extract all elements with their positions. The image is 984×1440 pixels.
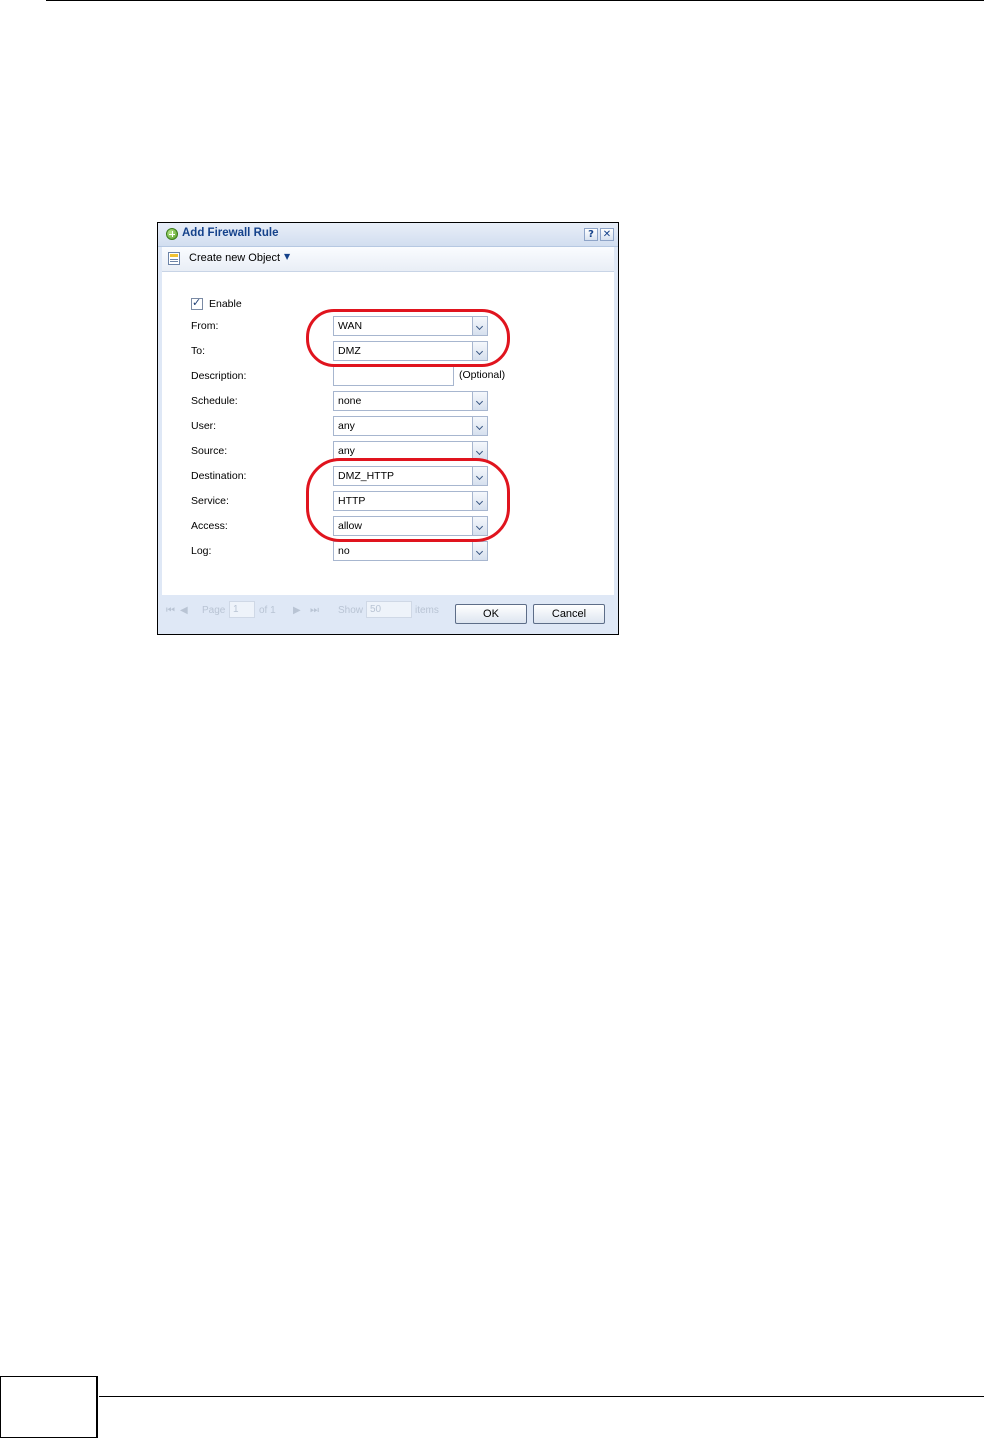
prev-page-icon: ◀ (180, 605, 188, 616)
next-page-icon: ▶ (293, 605, 301, 616)
dialog-titlebar: Add Firewall Rule ? ✕ (158, 223, 618, 247)
page-footer-rule (99, 1396, 984, 1397)
chevron-down-icon[interactable] (472, 392, 487, 410)
cancel-button[interactable]: Cancel (533, 604, 605, 624)
description-input[interactable] (333, 366, 454, 386)
service-label: Service: (191, 495, 229, 507)
dialog-title: Add Firewall Rule (182, 227, 279, 239)
add-icon (166, 228, 178, 240)
from-to-highlight-ellipse (306, 309, 510, 367)
pager-show-value: 50 (370, 604, 382, 615)
source-value: any (338, 445, 355, 457)
dialog-footer: ⏮ ◀ Page 1 of 1 ▶ ⏭ Show 50 items OK Can… (158, 596, 618, 634)
page-header-rule (46, 0, 984, 1)
last-page-icon: ⏭ (310, 605, 319, 616)
enable-checkbox[interactable] (191, 296, 203, 310)
create-object-icon (168, 252, 180, 265)
pager-of-label: of 1 (259, 605, 276, 616)
ok-button[interactable]: OK (455, 604, 527, 624)
user-label: User: (191, 420, 217, 432)
caret-down-icon[interactable]: ▼ (284, 252, 290, 261)
user-value: any (338, 420, 355, 432)
pager-show-select: 50 (366, 601, 412, 618)
schedule-select[interactable]: none (333, 391, 488, 411)
to-label: To: (191, 345, 206, 357)
page-number-box (0, 1376, 98, 1438)
pager-page-value: 1 (233, 604, 239, 615)
destination-label: Destination: (191, 470, 247, 482)
pager-page-label: Page (202, 605, 226, 616)
log-value: no (338, 545, 350, 557)
pager-items-label: items (415, 605, 439, 616)
pager-page-input: 1 (229, 601, 255, 618)
description-label: Description: (191, 370, 247, 382)
user-select[interactable]: any (333, 416, 488, 436)
chevron-down-icon[interactable] (472, 542, 487, 560)
log-label: Log: (191, 545, 212, 557)
from-label: From: (191, 320, 219, 332)
chevron-down-icon[interactable] (472, 417, 487, 435)
help-button[interactable]: ? (584, 228, 598, 241)
first-page-icon: ⏮ (166, 605, 175, 616)
pager-show-label: Show (338, 605, 364, 616)
optional-hint: (Optional) (459, 369, 506, 381)
log-select[interactable]: no (333, 541, 488, 561)
add-firewall-rule-dialog: Add Firewall Rule ? ✕ Create new Object … (157, 222, 619, 635)
create-new-object-menu[interactable]: Create new Object (189, 252, 280, 264)
close-button[interactable]: ✕ (600, 228, 614, 241)
dialog-toolbar: Create new Object ▼ (162, 247, 614, 272)
schedule-label: Schedule: (191, 395, 238, 407)
destination-service-access-highlight-ellipse (306, 458, 510, 542)
enable-label: Enable (209, 298, 242, 310)
access-label: Access: (191, 520, 228, 532)
source-label: Source: (191, 445, 228, 457)
schedule-value: none (338, 395, 362, 407)
rule-form: Enable From: WAN To: DMZ Description: (O… (162, 272, 614, 595)
